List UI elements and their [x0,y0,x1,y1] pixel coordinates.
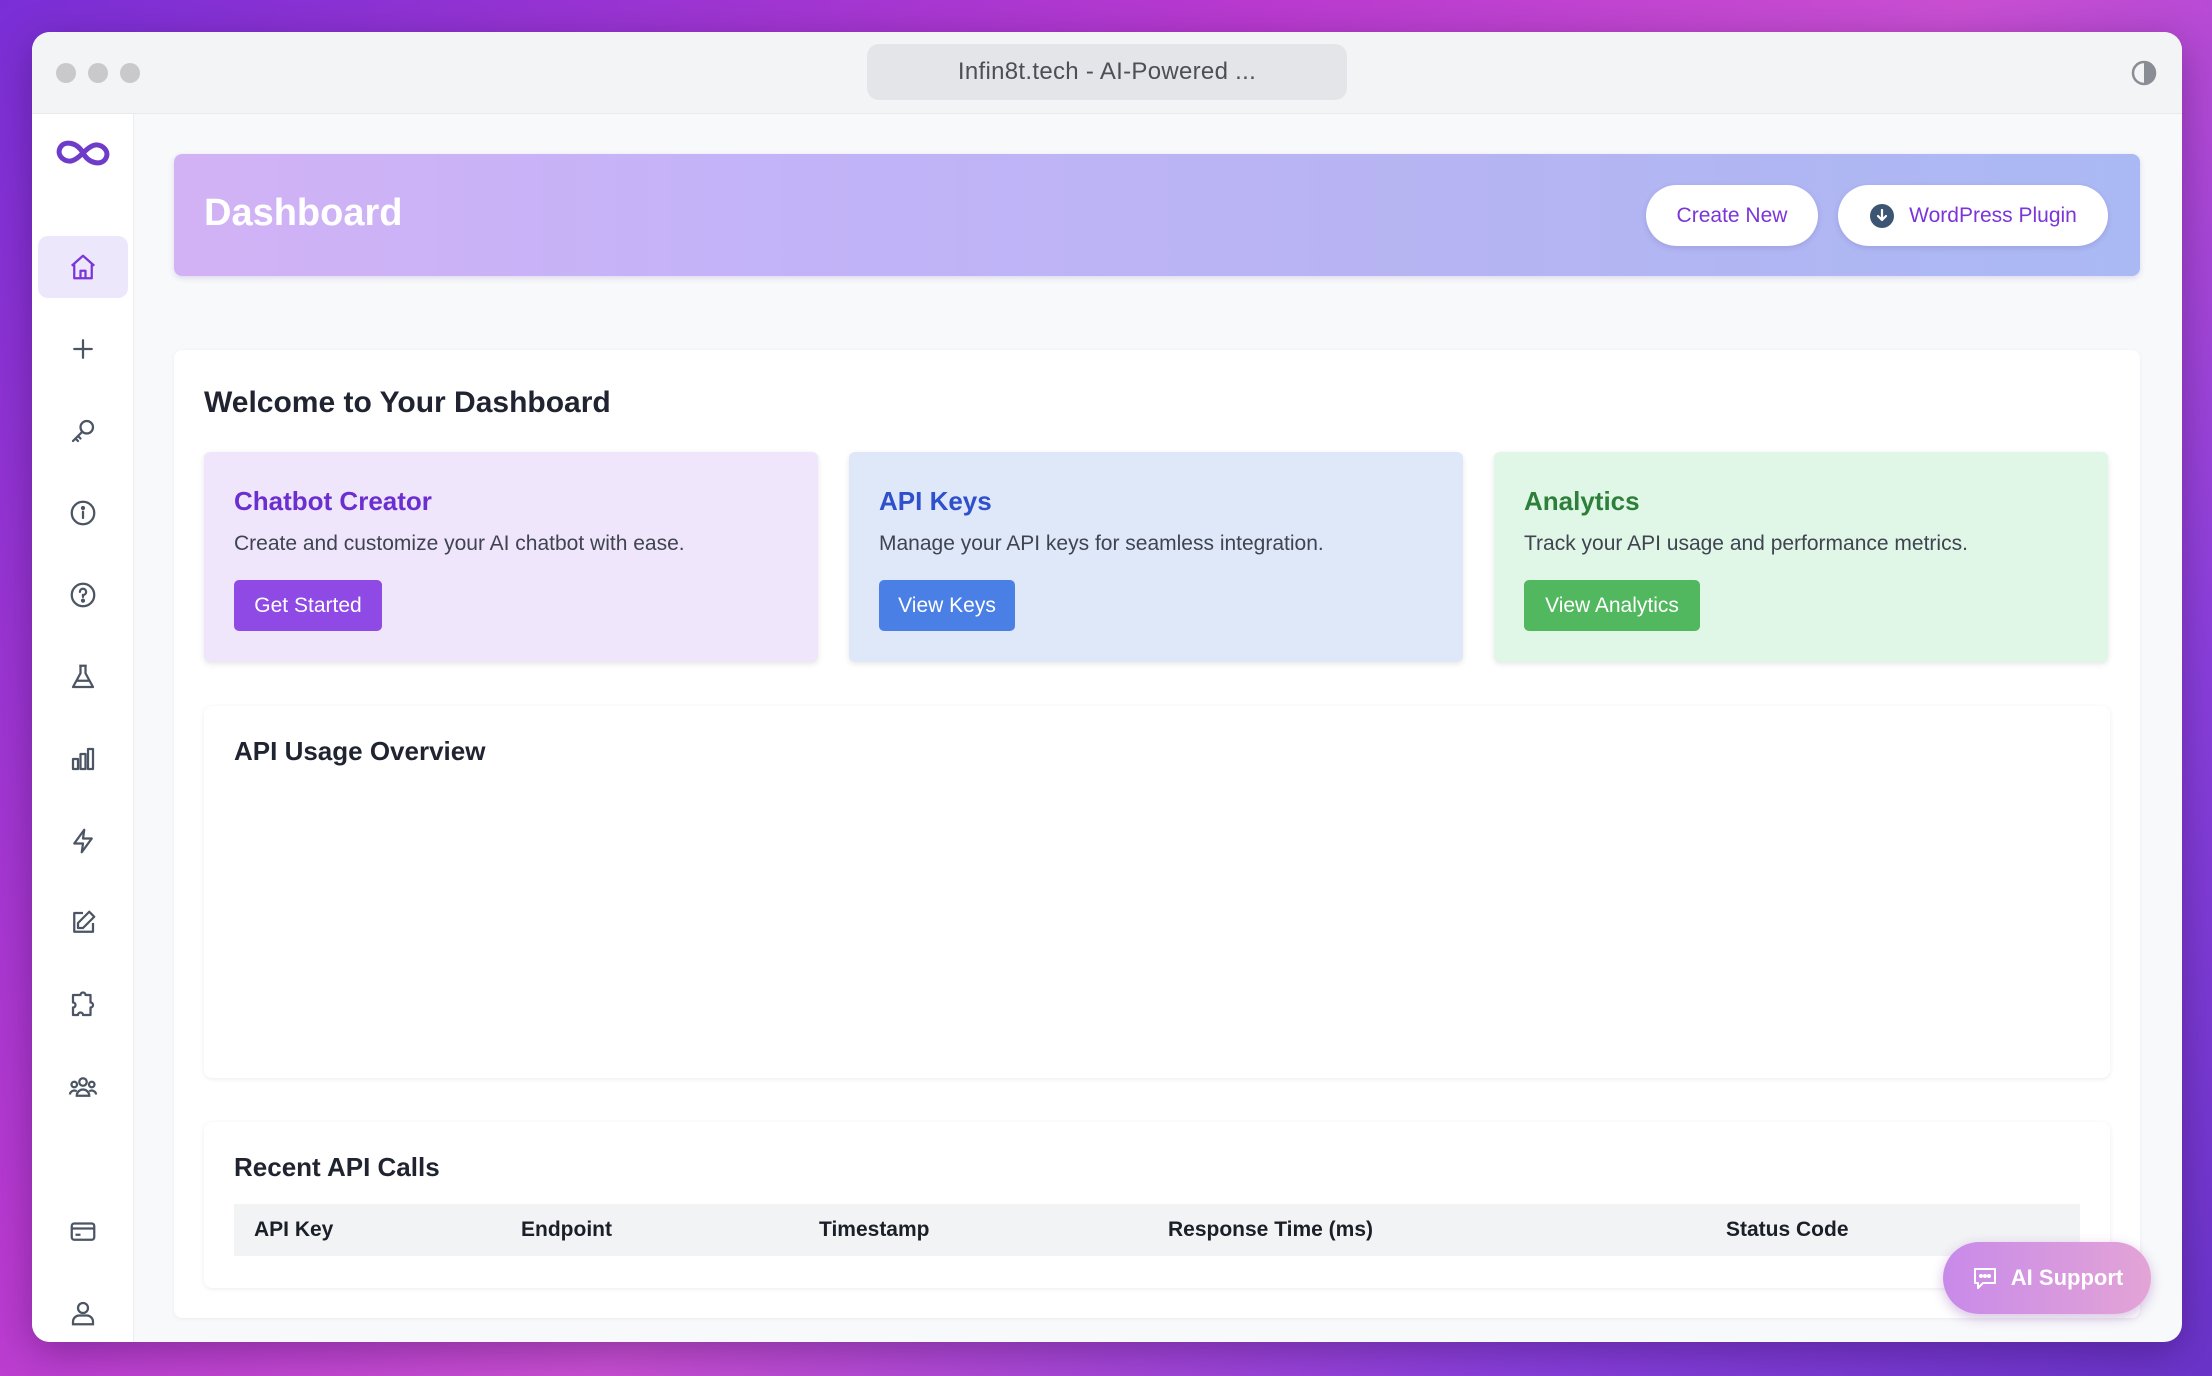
lightning-icon [73,828,93,854]
ai-support-button[interactable]: AI Support [1943,1242,2151,1314]
column-header-timestamp[interactable]: Timestamp [819,1204,930,1256]
recent-api-calls: Recent API Calls API Key Endpoint Timest… [204,1122,2110,1288]
ai-support-label: AI Support [2010,1265,2124,1290]
column-header-response-time[interactable]: Response Time (ms) [1168,1204,1373,1256]
view-keys-button[interactable]: View Keys [879,580,1015,631]
dashboard-header: Dashboard Create New WordPress Plugin [174,154,2140,276]
card-description: Create and customize your AI chatbot wit… [234,532,685,555]
edit-icon [73,910,96,933]
puzzle-icon [71,991,95,1017]
help-icon [70,582,96,608]
sidebar-item-profile[interactable] [38,1282,128,1342]
chatbot-creator-card: Chatbot Creator Create and customize you… [204,452,818,662]
card-title: API Keys [879,486,992,516]
section-title: API Usage Overview [234,736,486,766]
column-header-endpoint[interactable]: Endpoint [521,1204,612,1256]
zoom-window-button[interactable] [120,63,140,83]
sidebar-item-plugins[interactable] [38,974,128,1036]
main-content: Dashboard Create New WordPress Plugin We… [134,114,2182,1342]
card-description: Track your API usage and performance met… [1524,532,1968,555]
card-title: Analytics [1524,486,1640,516]
analytics-card: Analytics Track your API usage and perfo… [1494,452,2108,662]
close-window-button[interactable] [56,63,76,83]
sidebar-item-lab[interactable] [38,646,128,708]
sidebar-item-create[interactable] [38,318,128,380]
view-analytics-button[interactable]: View Analytics [1524,580,1700,631]
section-title: Recent API Calls [234,1152,440,1182]
sidebar-item-edit[interactable] [38,892,128,954]
sidebar-item-help[interactable] [38,564,128,626]
address-bar[interactable]: Infin8t.tech - AI-Powered ... [867,44,1347,100]
sidebar-item-analytics[interactable] [38,728,128,790]
welcome-heading: Welcome to Your Dashboard [204,386,611,419]
infinity-logo-icon[interactable] [52,134,114,172]
table-header: API Key Endpoint Timestamp Response Time… [234,1204,2080,1256]
minimize-window-button[interactable] [88,63,108,83]
create-new-button[interactable]: Create New [1646,185,1818,246]
sidebar-item-info[interactable] [38,482,128,544]
user-icon [71,1301,95,1326]
plus-icon [73,339,93,359]
info-icon [70,500,96,526]
users-icon [68,1077,98,1097]
credit-card-icon [70,1222,96,1241]
browser-window: Infin8t.tech - AI-Powered ... Dashboard … [32,32,2182,1342]
title-bar: Infin8t.tech - AI-Powered ... [32,32,2182,114]
card-title: Chatbot Creator [234,486,432,516]
card-description: Manage your API keys for seamless integr… [879,532,1324,555]
sidebar-item-actions[interactable] [38,810,128,872]
sidebar-item-home[interactable] [38,236,128,298]
column-header-status-code[interactable]: Status Code [1726,1204,1849,1256]
theme-toggle-icon[interactable] [2130,59,2158,87]
sidebar-item-api-keys[interactable] [38,400,128,462]
column-header-api-key[interactable]: API Key [254,1204,333,1256]
get-started-button[interactable]: Get Started [234,580,382,631]
wordpress-plugin-label: WordPress Plugin [1909,203,2077,227]
sidebar-item-billing[interactable] [38,1200,128,1262]
sidebar-item-team[interactable] [38,1056,128,1118]
dashboard-content: Welcome to Your Dashboard Chatbot Creato… [174,350,2140,1318]
bar-chart-icon [71,747,95,771]
key-icon [71,419,95,443]
download-icon [1870,203,1895,228]
page-title: Dashboard [204,192,403,234]
chat-bubble-icon [1973,1268,1996,1289]
home-icon [71,254,95,280]
sidebar [32,114,134,1342]
api-keys-card: API Keys Manage your API keys for seamle… [849,452,1463,662]
flask-icon [71,664,95,689]
wordpress-plugin-button[interactable]: WordPress Plugin [1838,185,2108,246]
api-usage-overview: API Usage Overview [204,706,2110,1078]
